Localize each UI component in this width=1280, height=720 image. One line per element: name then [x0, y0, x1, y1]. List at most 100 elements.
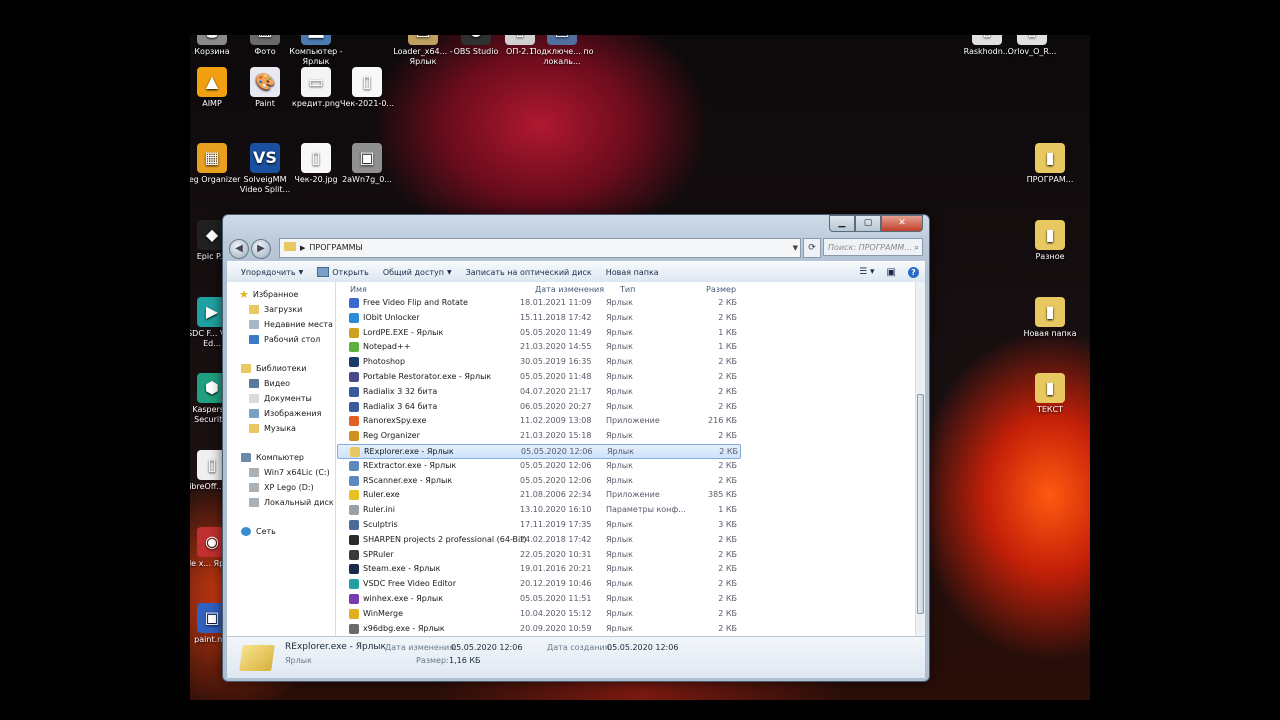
open-button[interactable]: Открыть	[317, 267, 369, 277]
search-input[interactable]: Поиск: ПРОГРАММ... ⌕	[823, 238, 923, 256]
forward-button[interactable]: ▶	[251, 239, 271, 259]
file-name: Free Video Flip and Rotate	[363, 298, 468, 307]
downloads-icon	[249, 305, 259, 314]
file-icon	[349, 342, 359, 353]
file-row[interactable]: Portable Restorator.exe - Ярлык 05.05.202…	[337, 370, 741, 385]
file-date: 21.03.2020 14:55	[520, 342, 592, 352]
desktop-icon-label: Фото	[254, 47, 276, 56]
file-size: 2 КБ	[718, 623, 737, 633]
file-row[interactable]: Ruler.exe 21.08.2006 22:34 Приложение 385 К…	[337, 488, 741, 503]
file-row[interactable]: RExtractor.exe - Ярлык 05.05.2020 12:06 Яр…	[337, 459, 741, 474]
file-row[interactable]: IObit Unlocker 15.11.2018 17:42 Ярлык 2 КБ	[337, 311, 741, 326]
close-button[interactable]: ✕	[881, 215, 923, 232]
nav-drive-e[interactable]: Локальный диск (E	[249, 498, 335, 507]
file-row[interactable]: Free Video Flip and Rotate 18.01.2021 11:…	[337, 296, 741, 311]
nav-network[interactable]: Сеть	[241, 527, 276, 536]
file-row[interactable]: LordPE.EXE - Ярлык 05.05.2020 11:49 Ярлык 1…	[337, 326, 741, 341]
file-date: 05.05.2020 11:51	[520, 594, 592, 603]
desktop-icon-label: Разное	[1035, 252, 1065, 261]
nav-drive-d[interactable]: XP Lego (D:)	[249, 483, 314, 492]
nav-pictures[interactable]: Изображения	[249, 409, 321, 418]
desktop-icon-label: SolveigMM Video Split...	[239, 175, 291, 194]
file-size: 2 КБ	[719, 447, 738, 456]
taskbar	[190, 700, 1090, 720]
file-row[interactable]: Reg Organizer 21.03.2020 15:18 Ярлык 2 КБ	[337, 429, 741, 444]
file-icon	[349, 608, 359, 619]
file-row[interactable]: x96dbg.exe - Ярлык 20.09.2020 10:59 Ярлык 2…	[337, 622, 741, 636]
organize-button[interactable]: Упорядочить ▼	[241, 268, 303, 277]
column-size[interactable]: Размер	[706, 285, 736, 294]
share-button[interactable]: Общий доступ ▼	[383, 268, 452, 277]
back-button[interactable]: ◀	[229, 239, 249, 259]
column-name[interactable]: Имя	[350, 285, 367, 294]
file-row[interactable]: RExplorer.exe - Ярлык 05.05.2020 12:06 Ярл…	[337, 444, 741, 459]
nav-downloads[interactable]: Загрузки	[249, 305, 302, 314]
navigation-bar: ◀ ▶ ▶ ПРОГРАММЫ ▼ ⟳ Поиск: ПРОГРАММ... ⌕	[229, 237, 923, 259]
nav-music[interactable]: Музыка	[249, 424, 296, 433]
view-options-icon[interactable]: ☰ ▾	[859, 267, 874, 277]
column-type[interactable]: Тип	[620, 285, 635, 294]
desktop-icon[interactable]: ▤ Подключе... по локаль...	[530, 35, 594, 67]
maximize-button[interactable]: ▢	[855, 215, 881, 232]
file-name: Ruler.ini	[363, 505, 396, 515]
file-row[interactable]: Notepad++ 21.03.2020 14:55 Ярлык 1 КБ	[337, 340, 741, 355]
file-size: 2 КБ	[718, 564, 737, 574]
file-type: Ярлык	[606, 386, 633, 396]
nav-video[interactable]: Видео	[249, 379, 290, 388]
nav-drive-c[interactable]: Win7 x64Lic (C:)	[249, 468, 330, 477]
nav-recent[interactable]: Недавние места	[249, 320, 333, 329]
file-row[interactable]: WinMerge 10.04.2020 15:12 Ярлык 2 КБ	[337, 607, 741, 622]
nav-pictures-label: Изображения	[264, 409, 322, 418]
documents-icon	[249, 394, 259, 403]
desktop-icon[interactable]: ▯ Чек-2021-0...	[335, 67, 399, 109]
file-date: 05.05.2020 12:06	[521, 447, 593, 456]
desktop-icon[interactable]: ▣ 2aWn7g_0...	[335, 143, 399, 185]
nav-recent-label: Недавние места	[264, 320, 333, 329]
file-row[interactable]: SPRuler 22.05.2020 10:31 Ярлык 2 КБ	[337, 548, 741, 563]
file-date: 20.12.2019 10:46	[520, 579, 592, 589]
details-created-value: 05.05.2020 12:06	[607, 643, 679, 652]
chevron-down-icon[interactable]: ▼	[793, 239, 798, 257]
nav-documents[interactable]: Документы	[249, 394, 312, 403]
file-row[interactable]: RScanner.exe - Ярлык 05.05.2020 12:06 Ярлы…	[337, 474, 741, 489]
file-row[interactable]: Radialix 3 64 бита 06.05.2020 20:27 Ярлык 2…	[337, 400, 741, 415]
file-name: Sculptris	[363, 520, 398, 529]
help-icon[interactable]: ?	[908, 266, 919, 278]
desktop-icon-label: Orlov_O_R...	[1007, 47, 1057, 56]
desktop-icon[interactable]: 🖥 Компьютер - Ярлык	[284, 35, 348, 67]
preview-pane-icon[interactable]: ▣	[887, 267, 896, 278]
file-row[interactable]: VSDC Free Video Editor 20.12.2019 10:46 Яр…	[337, 577, 741, 592]
desktop-icon-glyph: 🖥	[301, 35, 331, 45]
desktop-icon[interactable]: ▮ Разное	[1018, 220, 1082, 262]
file-row[interactable]: Photoshop 30.05.2019 16:35 Ярлык 2 КБ	[337, 355, 741, 370]
nav-music-label: Музыка	[264, 424, 296, 433]
file-row[interactable]: Radialix 3 32 бита 04.07.2020 21:17 Ярлык 2…	[337, 385, 741, 400]
nav-desktop[interactable]: Рабочий стол	[249, 335, 320, 344]
desktop-icon[interactable]: ▯ Orlov_O_R...	[1000, 35, 1064, 57]
file-row[interactable]: Sculptris 17.11.2019 17:35 Ярлык 3 КБ	[337, 518, 741, 533]
column-date[interactable]: Дата изменения	[535, 285, 604, 294]
minimize-button[interactable]: ▁	[829, 215, 855, 232]
address-bar[interactable]: ▶ ПРОГРАММЫ ▼	[279, 238, 801, 258]
file-icon	[349, 357, 359, 368]
scrollbar-thumb[interactable]	[917, 394, 924, 614]
vertical-scrollbar[interactable]	[915, 282, 925, 636]
desktop-icon[interactable]: ▮ Новая папка	[1018, 297, 1082, 339]
file-date: 18.01.2021 11:09	[520, 298, 592, 307]
new-folder-button[interactable]: Новая папка	[606, 268, 659, 277]
file-name: LordPE.EXE - Ярлык	[363, 327, 444, 337]
file-row[interactable]: winhex.exe - Ярлык 05.05.2020 11:51 Ярлык 2…	[337, 592, 741, 607]
file-row[interactable]: SHARPEN projects 2 professional (64-Bit)…	[337, 533, 741, 548]
file-row[interactable]: RanorexSpy.exe 11.02.2009 13:08 Приложение…	[337, 414, 741, 429]
burn-button[interactable]: Записать на оптический диск	[466, 268, 592, 277]
desktop-icon[interactable]: ▮ ПРОГРАМ...	[1018, 143, 1082, 185]
file-type: Ярлык	[606, 594, 633, 603]
file-size: 2 КБ	[718, 312, 737, 322]
refresh-button[interactable]: ⟳	[803, 238, 821, 258]
nav-favorites[interactable]: ★ Избранное	[239, 289, 298, 300]
nav-libraries[interactable]: Библиотеки	[241, 364, 306, 373]
file-row[interactable]: Ruler.ini 13.10.2020 16:10 Параметры конф.…	[337, 503, 741, 518]
file-row[interactable]: Steam.exe - Ярлык 19.01.2016 20:21 Ярлык 2 …	[337, 562, 741, 577]
desktop-icon[interactable]: ▮ ТЕКСТ	[1018, 373, 1082, 415]
nav-computer[interactable]: Компьютер	[241, 453, 304, 462]
